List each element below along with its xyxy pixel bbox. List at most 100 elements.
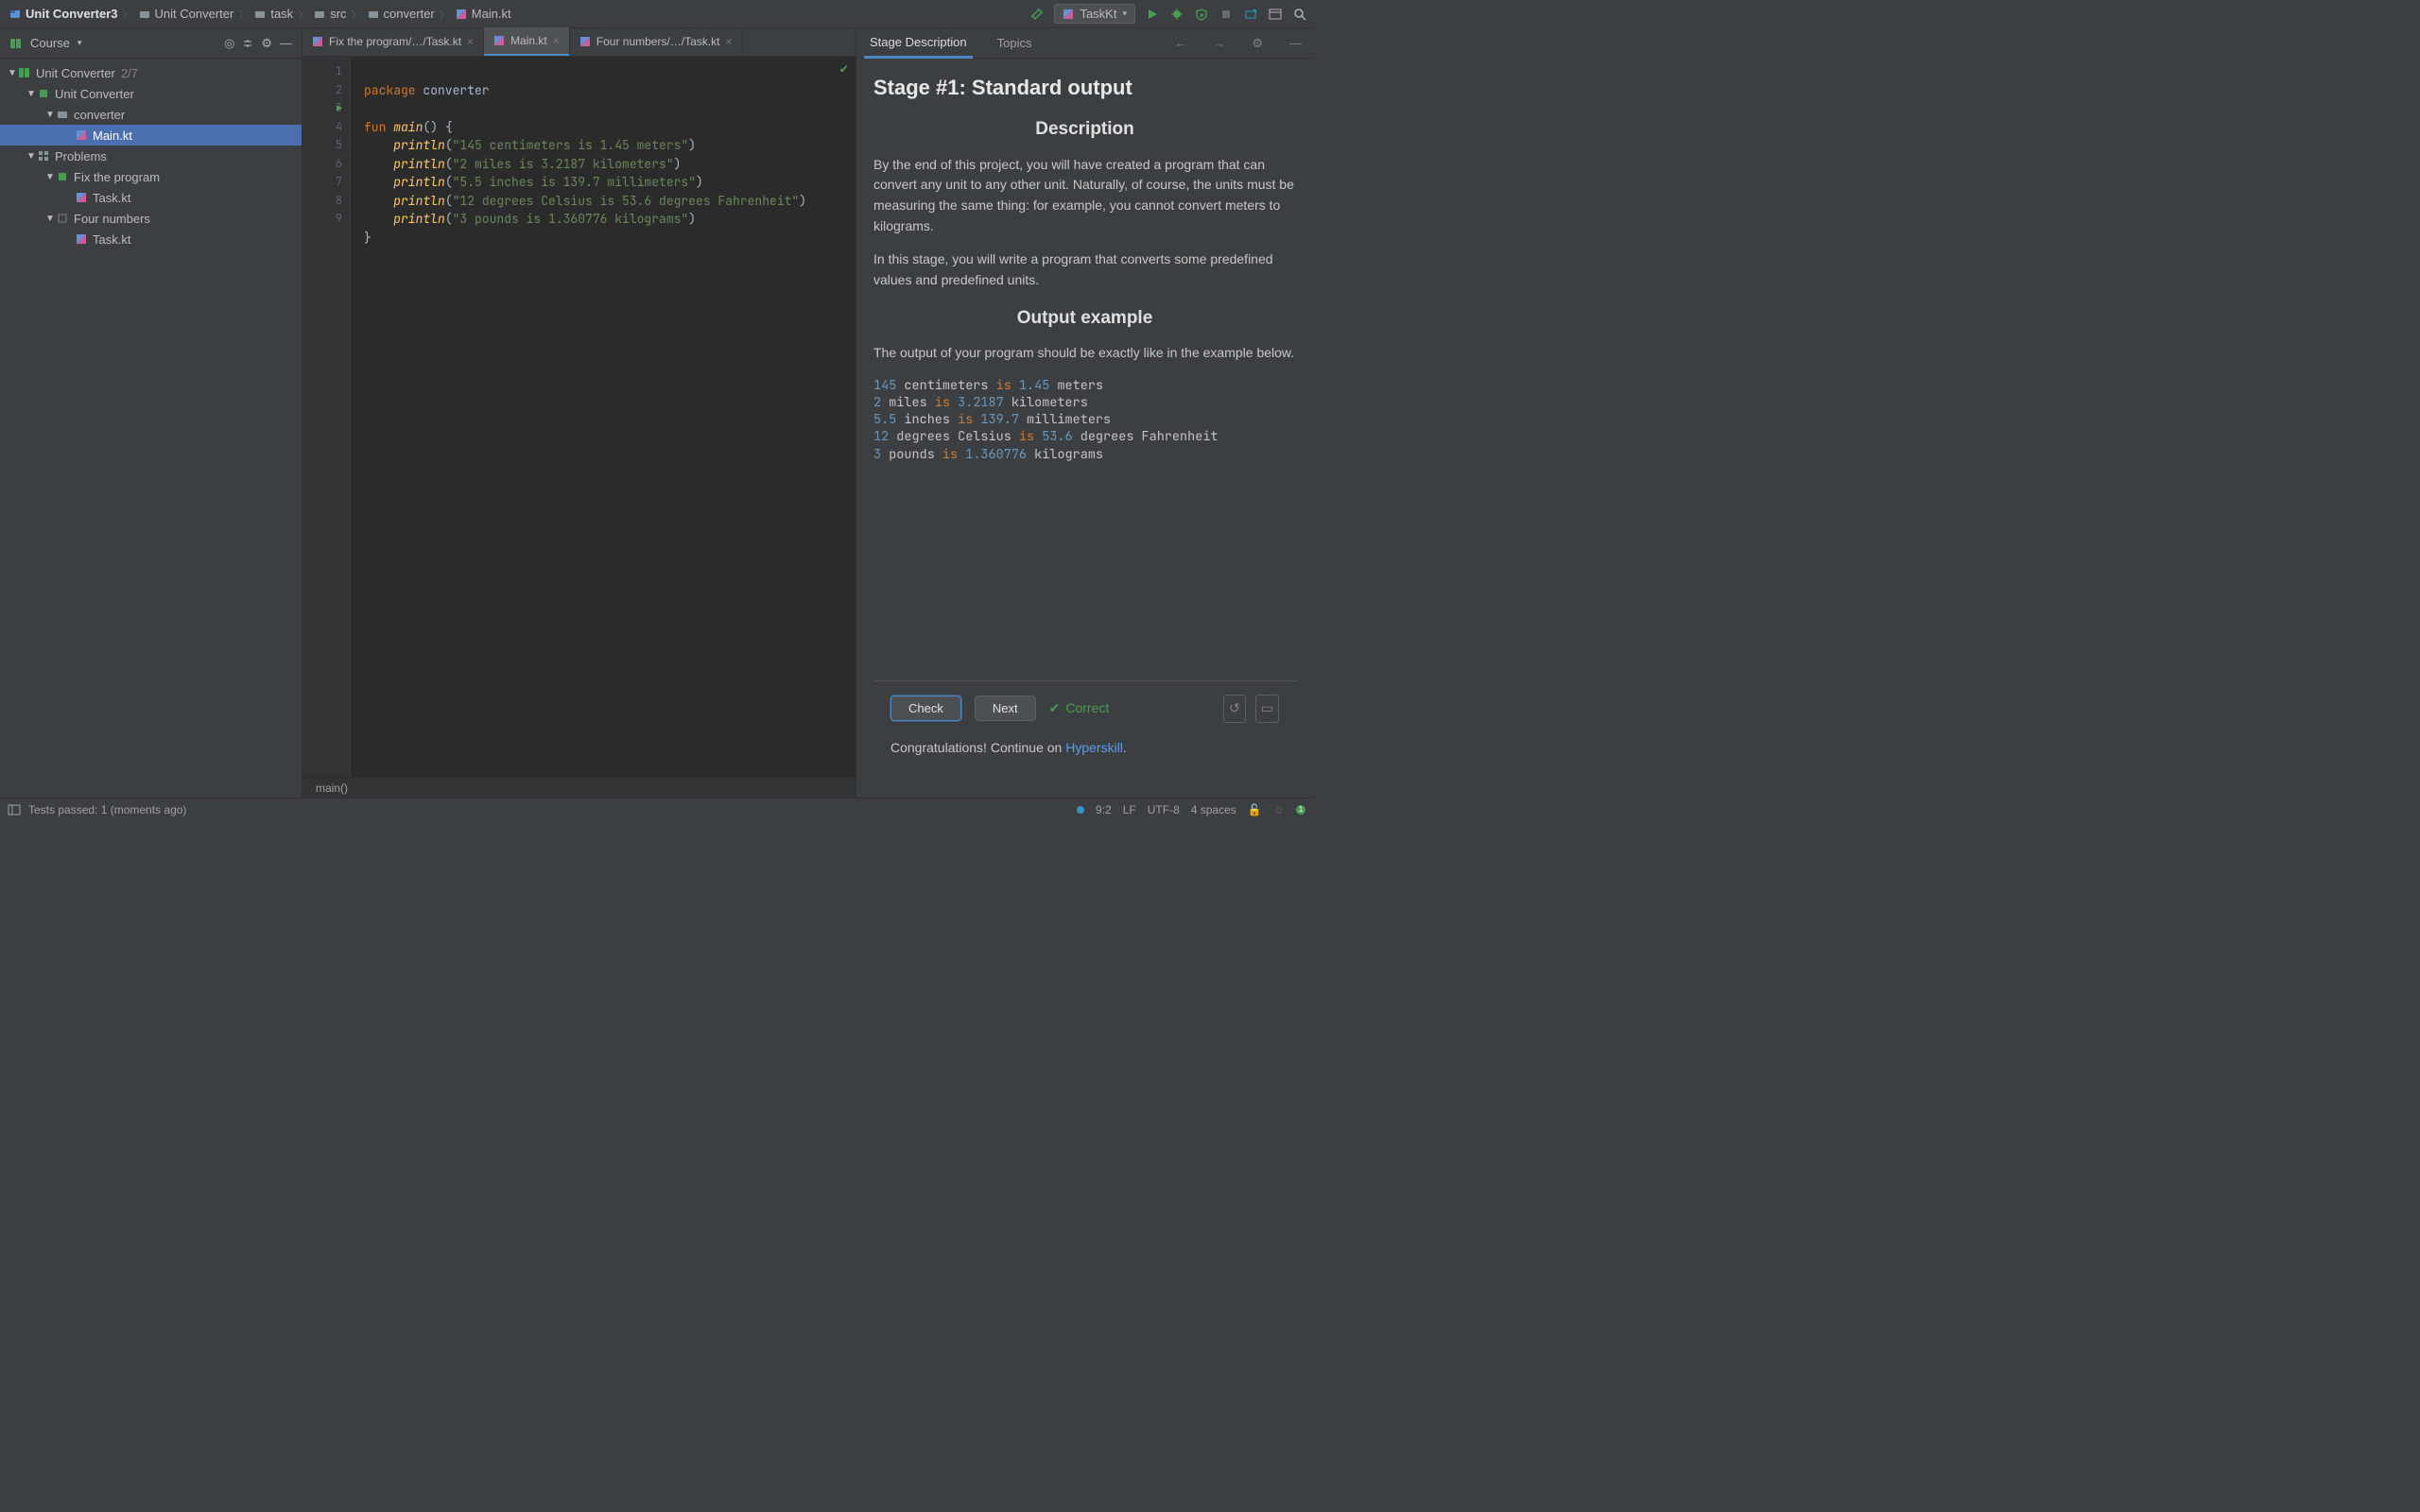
- chevron-right-icon: 〉: [123, 7, 133, 22]
- forward-icon[interactable]: →: [1209, 36, 1229, 50]
- face-icon[interactable]: ☺: [1273, 803, 1285, 816]
- chevron-right-icon: 〉: [238, 7, 249, 22]
- editor-tab[interactable]: Fix the program/…/Task.kt×: [302, 27, 484, 56]
- chevron-right-icon: 〉: [352, 7, 362, 22]
- chevron-down-icon: ▾: [1122, 9, 1127, 19]
- expand-icon[interactable]: ▼: [8, 68, 17, 78]
- check-button[interactable]: Check: [890, 696, 961, 721]
- tree-item-fix-the-program[interactable]: ▼Fix the program: [0, 166, 302, 187]
- tree-label: Task.kt: [93, 232, 130, 247]
- tree-item-main-kt[interactable]: Main.kt: [0, 125, 302, 146]
- encoding[interactable]: UTF-8: [1148, 803, 1180, 816]
- target-icon[interactable]: ◎: [224, 36, 234, 51]
- editor-tab[interactable]: Four numbers/…/Task.kt ×: [570, 27, 743, 56]
- tree-label: Four numbers: [74, 212, 150, 226]
- breadcrumb: Unit Converter3 〉 Unit Converter 〉 task …: [6, 7, 1029, 22]
- breadcrumb-label: Unit Converter3: [26, 7, 118, 21]
- kotlin-icon: [74, 190, 89, 205]
- lock-icon[interactable]: 🔓: [1248, 803, 1262, 816]
- tree-item-unit-converter[interactable]: ▼Unit Converter: [0, 83, 302, 104]
- comment-icon[interactable]: ▭: [1255, 695, 1279, 723]
- expand-icon[interactable]: ▼: [45, 172, 55, 182]
- stop-icon[interactable]: [1219, 7, 1234, 22]
- breadcrumb-item[interactable]: task: [251, 7, 296, 21]
- notifications-badge[interactable]: 1: [1296, 805, 1305, 815]
- description-body: Stage #1: Standard output Description By…: [856, 59, 1313, 798]
- tool-window-icon[interactable]: [8, 804, 21, 816]
- folder-icon: [138, 8, 151, 21]
- breadcrumb-item[interactable]: Main.kt: [452, 7, 514, 21]
- description-tabs: Stage Description Topics ← → ⚙ —: [856, 28, 1313, 59]
- folder-icon: [253, 8, 267, 21]
- tree-label: Main.kt: [93, 129, 132, 143]
- square-green-icon: [55, 169, 70, 184]
- layout-icon[interactable]: [1268, 7, 1283, 22]
- cursor-position[interactable]: 9:2: [1096, 803, 1112, 816]
- description-footer: Check Next ✔ Correct ↺ ▭ Congratulations…: [873, 680, 1296, 771]
- check-icon: ✔: [1049, 698, 1061, 719]
- tree-item-problems[interactable]: ▼Problems: [0, 146, 302, 166]
- folder-icon: [313, 8, 326, 21]
- tree-suffix: 2/7: [121, 66, 138, 80]
- update-icon[interactable]: [1243, 7, 1258, 22]
- run-configuration[interactable]: TaskKt ▾: [1054, 4, 1135, 24]
- search-icon[interactable]: [1292, 7, 1307, 22]
- expand-icon[interactable]: ▼: [45, 110, 55, 120]
- minimize-icon[interactable]: —: [280, 36, 292, 50]
- gear-icon[interactable]: ⚙: [261, 36, 272, 51]
- debug-icon[interactable]: [1169, 7, 1184, 22]
- close-icon[interactable]: ×: [467, 35, 474, 48]
- tree-item-four-numbers[interactable]: ▼ Four numbers: [0, 208, 302, 229]
- code-surface[interactable]: ✔package converter fun main() { println(…: [350, 57, 856, 777]
- tab-label: Main.kt: [510, 34, 547, 47]
- breadcrumb-item-project[interactable]: Unit Converter3: [6, 7, 121, 21]
- line-number: 4: [302, 118, 342, 137]
- chevron-down-icon[interactable]: ▾: [78, 38, 82, 48]
- run-gutter-icon[interactable]: ▶: [337, 99, 342, 118]
- tree-label: Task.kt: [93, 191, 130, 205]
- tree-item-task-kt[interactable]: Task.kt: [0, 187, 302, 208]
- undo-icon[interactable]: ↺: [1223, 695, 1246, 723]
- line-ending[interactable]: LF: [1123, 803, 1136, 816]
- indent[interactable]: 4 spaces: [1191, 803, 1236, 816]
- congrats-text: Congratulations! Continue on Hyperskill.: [890, 738, 1279, 759]
- expand-icon[interactable]: ▼: [26, 151, 36, 162]
- tab-topics[interactable]: Topics: [992, 28, 1038, 59]
- hyperskill-link[interactable]: Hyperskill: [1065, 740, 1123, 755]
- tree-label: converter: [74, 108, 125, 122]
- editor-tab[interactable]: Main.kt ×: [484, 27, 570, 56]
- collapse-icon[interactable]: [242, 38, 253, 49]
- code-breadcrumb[interactable]: main(): [302, 777, 856, 798]
- correct-badge: ✔ Correct: [1049, 698, 1110, 719]
- close-icon[interactable]: ×: [725, 35, 732, 48]
- breadcrumb-item[interactable]: converter: [364, 7, 438, 21]
- square-outline-icon: [55, 211, 70, 226]
- tree-item-converter[interactable]: ▼ converter: [0, 104, 302, 125]
- hammer-icon[interactable]: [1029, 7, 1045, 22]
- close-icon[interactable]: ×: [553, 34, 560, 47]
- tree-item-task-kt[interactable]: Task.kt: [0, 229, 302, 249]
- tree-item-unit-converter[interactable]: ▼ Unit Converter 2/7: [0, 62, 302, 83]
- tab-stage-description[interactable]: Stage Description: [864, 28, 973, 59]
- grid-icon: [36, 148, 51, 163]
- run-icon[interactable]: [1145, 7, 1160, 22]
- breadcrumb-item[interactable]: src: [310, 7, 349, 21]
- coverage-icon[interactable]: [1194, 7, 1209, 22]
- progress-indicator[interactable]: [1077, 806, 1084, 814]
- kotlin-icon: [579, 36, 591, 47]
- minimize-icon[interactable]: —: [1286, 36, 1305, 50]
- stage-title: Stage #1: Standard output: [873, 72, 1296, 104]
- gear-icon[interactable]: ⚙: [1248, 36, 1267, 51]
- topbar: Unit Converter3 〉 Unit Converter 〉 task …: [0, 0, 1313, 28]
- next-button[interactable]: Next: [975, 696, 1036, 721]
- course-header: Course ▾ ◎ ⚙ —: [0, 28, 302, 59]
- tree-label: Unit Converter: [36, 66, 115, 80]
- expand-icon[interactable]: ▼: [26, 89, 36, 99]
- tests-status[interactable]: Tests passed: 1 (moments ago): [28, 803, 186, 816]
- expand-icon[interactable]: ▼: [45, 214, 55, 224]
- editor-area[interactable]: ▶ 123456789 ✔package converter fun main(…: [302, 57, 856, 777]
- back-icon[interactable]: ←: [1170, 36, 1190, 50]
- breadcrumb-item[interactable]: Unit Converter: [135, 7, 237, 21]
- tab-label: Four numbers/…/Task.kt: [596, 35, 720, 48]
- line-number: 7: [302, 173, 342, 192]
